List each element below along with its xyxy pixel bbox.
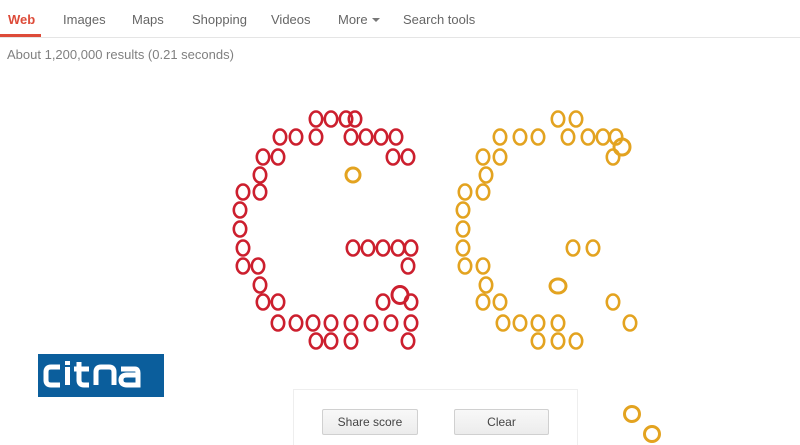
doodle-ball (475, 148, 491, 166)
doodle-ball (323, 110, 339, 128)
doodle-ball (288, 314, 304, 332)
doodle-ball (308, 332, 324, 350)
doodle-ball (373, 128, 389, 146)
doodle-ball (400, 332, 416, 350)
doodle-ball (323, 314, 339, 332)
doodle-ball (455, 239, 471, 257)
doodle-ball (308, 110, 324, 128)
doodle-ball (344, 166, 362, 184)
doodle-ball (478, 166, 494, 184)
doodle-ball (252, 166, 268, 184)
doodle-ball (232, 220, 248, 238)
doodle-ball (622, 314, 638, 332)
doodle-ball (492, 148, 508, 166)
doodle-ball (270, 293, 286, 311)
doodle-ball (235, 257, 251, 275)
doodle-ball (400, 257, 416, 275)
doodle-ball (250, 257, 266, 275)
doodle-ball (565, 239, 581, 257)
doodle-ball (288, 128, 304, 146)
doodle-ball (585, 239, 601, 257)
doodle-ball (403, 239, 419, 257)
doodle-ball (495, 314, 511, 332)
doodle-ball (512, 128, 528, 146)
doodle-ball (308, 128, 324, 146)
doodle-ball (360, 239, 376, 257)
doodle-ball (383, 314, 399, 332)
doodle-ball (255, 293, 271, 311)
doodle-ball (530, 128, 546, 146)
doodle-ball (475, 257, 491, 275)
doodle-ball (550, 110, 566, 128)
doodle-ball (400, 148, 416, 166)
doodle-ball (595, 128, 611, 146)
doodle-ball (475, 183, 491, 201)
doodle-ball (568, 332, 584, 350)
share-score-button[interactable]: Share score (322, 409, 418, 435)
doodle-ball (347, 110, 363, 128)
doodle-ball (343, 314, 359, 332)
doodle-ball (345, 239, 361, 257)
doodle-ball (235, 183, 251, 201)
doodle-ball (235, 239, 251, 257)
doodle-ball (390, 285, 410, 305)
doodle-ball (385, 148, 401, 166)
doodle-ball (390, 239, 406, 257)
doodle-ball (270, 148, 286, 166)
doodle-ball (252, 183, 268, 201)
doodle-ball (492, 293, 508, 311)
doodle-ball (580, 128, 596, 146)
doodle-ball (375, 239, 391, 257)
doodle-ball (478, 276, 494, 294)
doodle-ball (550, 314, 566, 332)
doodle-ball (623, 405, 641, 423)
doodle-ball (475, 293, 491, 311)
doodle-ball (643, 425, 661, 443)
doodle-ball (323, 332, 339, 350)
doodle-ball (343, 332, 359, 350)
doodle-ball (457, 183, 473, 201)
doodle-ball (455, 220, 471, 238)
doodle-ball (388, 128, 404, 146)
doodle-ball (530, 332, 546, 350)
doodle-ball (403, 314, 419, 332)
doodle-ball (548, 277, 568, 295)
doodle-ball (232, 201, 248, 219)
citna-logo (38, 354, 164, 397)
doodle-ball (568, 110, 584, 128)
doodle-ball (605, 293, 621, 311)
doodle-ball (512, 314, 528, 332)
citna-logo-graphic (43, 361, 141, 388)
doodle-ball (255, 148, 271, 166)
doodle-ball (358, 128, 374, 146)
doodle-ball (550, 332, 566, 350)
doodle-ball (455, 201, 471, 219)
clear-button[interactable]: Clear (454, 409, 549, 435)
doodle-ball (375, 293, 391, 311)
doodle-ball (343, 128, 359, 146)
doodle-ball (560, 128, 576, 146)
doodle-ball (457, 257, 473, 275)
doodle-ball (530, 314, 546, 332)
doodle-ball (363, 314, 379, 332)
doodle-ball (305, 314, 321, 332)
doodle-ball (492, 128, 508, 146)
doodle-ball (272, 128, 288, 146)
doodle-ball (270, 314, 286, 332)
doodle-ball (252, 276, 268, 294)
